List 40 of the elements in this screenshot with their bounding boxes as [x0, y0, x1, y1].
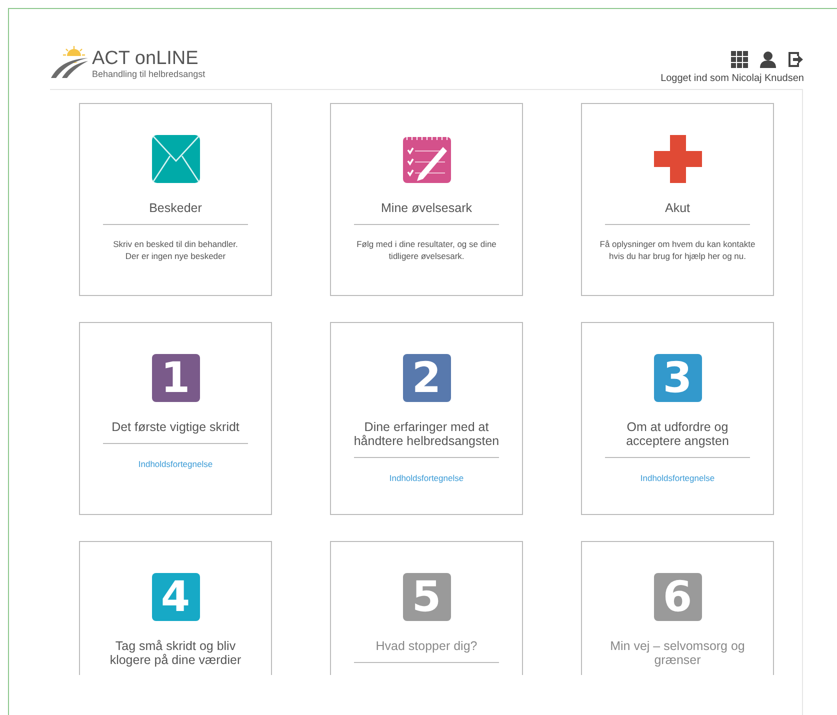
logo-tagline: Behandling til helbredsangst — [92, 69, 206, 79]
envelope-icon — [152, 135, 200, 183]
profile-button[interactable] — [760, 51, 776, 68]
menu-card[interactable]: Mine øvelsesark Følg med i dine resultater, og se dine tidligere øvelsesark. — [330, 103, 523, 296]
chapter-number: 6 — [654, 573, 702, 621]
card-title: Om at udfordre og acceptere angsten — [626, 420, 729, 448]
chapter-card[interactable]: 1 Det første vigtige skridt Indholdsfortegnelse — [79, 322, 272, 515]
logo-icon — [50, 45, 90, 79]
card-description: Få oplysninger om hvem du kan kontakte hvis du har brug for hjælp her og nu. — [600, 238, 756, 262]
user-icon — [760, 51, 776, 68]
card-title: Beskeder — [149, 201, 202, 215]
card-description: Følg med i dine resultater, og se dine tidligere øvelsesark. — [356, 238, 496, 262]
chapter-number: 2 — [402, 354, 450, 402]
menu-card[interactable]: Beskeder Skriv en besked til din behandler. Der er ingen nye beskeder — [79, 103, 272, 296]
apps-grid-button[interactable] — [731, 51, 748, 68]
logout-icon — [788, 51, 804, 68]
card-title: Mine øvelsesark — [381, 201, 472, 215]
chapter-card[interactable]: 2 Dine erfaringer med at håndtere helbredsangsten Indholdsfortegnelse — [330, 322, 523, 515]
chapter-card[interactable]: 5 Hvad stopper dig? — [330, 541, 523, 675]
menu-card[interactable]: Akut Få oplysninger om hvem du kan kontakte hvis du har brug for hjælp her og nu. — [581, 103, 774, 296]
chapter-number: 4 — [152, 573, 200, 621]
logo-name: ACT onLINE — [92, 49, 200, 69]
logout-button[interactable] — [788, 51, 804, 68]
card-title: Dine erfaringer med at håndtere helbredsangsten — [354, 420, 500, 448]
notepad-icon — [402, 135, 450, 183]
card-title: Det første vigtige skridt — [112, 420, 240, 434]
card-description: Skriv en besked til din behandler. Der er ingen nye beskeder — [113, 238, 238, 262]
card-title: Hvad stopper dig? — [376, 639, 478, 653]
chapter-card[interactable]: 4 Tag små skridt og bliv klogere på dine værdier — [79, 541, 272, 675]
grid-icon — [731, 51, 748, 68]
card-title: Tag små skridt og bliv klogere på dine værdier — [110, 639, 242, 667]
chapter-number: 1 — [152, 354, 200, 402]
chapter-number: 3 — [654, 354, 702, 402]
card-title: Akut — [664, 201, 690, 215]
card-title: Min vej – selvomsorg og grænser — [610, 639, 745, 667]
chapter-card[interactable]: 6 Min vej – selvomsorg og grænser — [581, 541, 774, 675]
chapter-card[interactable]: 3 Om at udfordre og acceptere angsten Indholdsfortegnelse — [581, 322, 774, 515]
chapter-number: 5 — [402, 573, 450, 621]
logged-in-text: Logget ind som Nicolaj Knudsen — [660, 73, 804, 84]
cross-icon — [654, 135, 702, 183]
